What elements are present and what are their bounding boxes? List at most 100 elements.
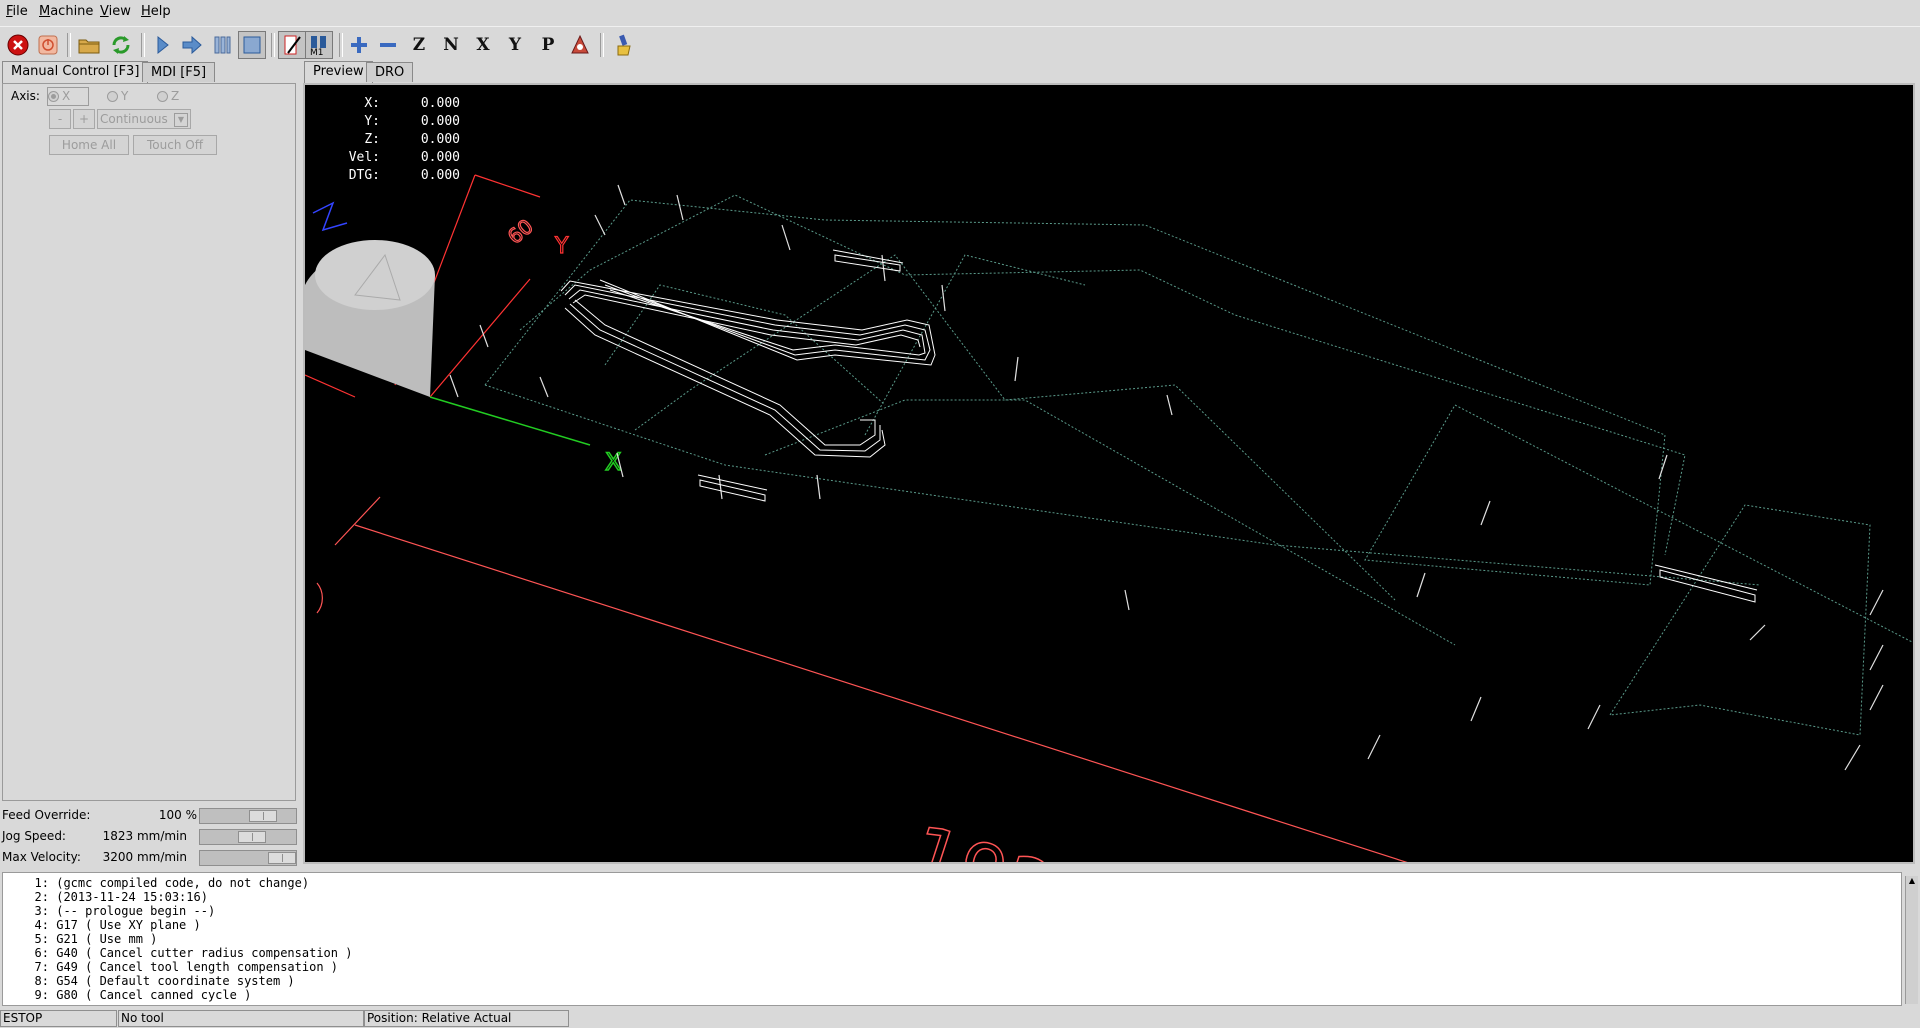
status-estop: ESTOP	[0, 1010, 117, 1027]
plunge-marks	[449, 184, 1884, 771]
gcode-line[interactable]: 3: (-- prologue begin --)	[3, 904, 1901, 918]
chevron-down-icon: ▼	[174, 113, 188, 127]
tool-cone-icon	[305, 240, 435, 397]
step-button[interactable]	[178, 31, 206, 59]
status-bar: ESTOP No tool Position: Relative Actual	[0, 1008, 1920, 1028]
machine-power-button[interactable]	[34, 31, 62, 59]
jog-plus-button[interactable]: +	[73, 109, 95, 129]
view-y-button[interactable]: Y	[501, 31, 529, 59]
svg-text:M1: M1	[310, 48, 324, 57]
separator	[339, 33, 343, 57]
dimension-line	[354, 524, 1408, 862]
gcode-line[interactable]: 6: G40 ( Cancel cutter radius compensati…	[3, 946, 1901, 960]
y-dimension-label: 60	[503, 214, 538, 249]
max-velocity-value: 3200 mm/min	[102, 850, 187, 864]
gcode-line[interactable]: 4: G17 ( Use XY plane )	[3, 918, 1901, 932]
jog-speed-row: Jog Speed: 1823 mm/min	[2, 827, 297, 847]
block-delete-toggle[interactable]	[278, 31, 306, 59]
jog-speed-label: Jog Speed:	[2, 829, 66, 843]
tab-dro[interactable]: DRO	[366, 62, 414, 82]
slider-thumb[interactable]	[268, 852, 296, 864]
tab-manual-control[interactable]: Manual Control [F3]	[2, 61, 149, 83]
clear-backplot-button[interactable]	[610, 31, 638, 59]
gcode-line[interactable]: 5: G21 ( Use mm )	[3, 932, 1901, 946]
axis-label: Axis:	[11, 89, 40, 103]
touch-off-button[interactable]: Touch Off	[133, 135, 217, 155]
separator	[600, 33, 604, 57]
max-velocity-row: Max Velocity: 3200 mm/min	[2, 848, 297, 868]
jog-mode-select[interactable]: Continuous ▼	[97, 109, 191, 129]
menu-machine[interactable]: Machine	[39, 4, 93, 19]
menu-help[interactable]: Help	[141, 4, 171, 19]
slider-thumb[interactable]	[248, 810, 277, 822]
separator	[67, 33, 71, 57]
toolbar: M1 Z N X Y P	[0, 26, 1920, 63]
home-all-button[interactable]: Home All	[49, 135, 129, 155]
estop-button[interactable]	[4, 31, 32, 59]
separator	[141, 33, 145, 57]
max-velocity-slider[interactable]	[199, 850, 297, 866]
left-tab-bar: Manual Control [F3] MDI [F5]	[0, 61, 300, 84]
dro-row-z: Z: 0.000	[364, 132, 460, 147]
pause-icon	[214, 36, 231, 54]
optional-stop-toggle[interactable]: M1	[305, 31, 333, 59]
view-x-button[interactable]: X	[469, 31, 497, 59]
scroll-up-icon[interactable]: ▲	[1907, 876, 1917, 886]
slider-thumb[interactable]	[238, 831, 267, 843]
feed-override-value: 100 %	[158, 808, 197, 822]
gcode-line[interactable]: 8: G54 ( Default coordinate system )	[3, 974, 1901, 988]
dimension-tick	[334, 496, 381, 546]
gcode-scrollbar[interactable]: ▲	[1905, 876, 1918, 1004]
stop-button[interactable]	[238, 31, 266, 59]
zoom-out-icon	[380, 43, 396, 47]
menu-bar: File Machine View Help	[0, 0, 1920, 24]
gcode-line[interactable]: 7: G49 ( Cancel tool length compensation…	[3, 960, 1901, 974]
optional-stop-icon: M1	[310, 36, 326, 57]
axis-radio-x[interactable]: X	[47, 87, 89, 106]
dro-row-y: Y: 0.000	[364, 114, 460, 129]
reload-button[interactable]	[107, 31, 135, 59]
dimension-value: 192.4	[899, 807, 1133, 862]
view-rotated-z-button[interactable]: N	[437, 31, 465, 59]
stop-icon	[243, 36, 261, 54]
z-axis-marker	[312, 201, 348, 232]
gcode-line[interactable]: 2: (2013-11-24 15:03:16)	[3, 890, 1901, 904]
view-perspective-button[interactable]: P	[534, 31, 562, 59]
jog-mode-value: Continuous	[100, 112, 168, 126]
x-axis-line	[429, 396, 591, 446]
axis-radio-z[interactable]: Z	[157, 89, 179, 103]
gcode-preview-canvas[interactable]: 192.4 60 Y X	[303, 83, 1915, 864]
menu-view[interactable]: View	[100, 4, 131, 19]
run-button[interactable]	[148, 31, 176, 59]
zoom-out-button[interactable]	[374, 31, 402, 59]
rapid-paths	[484, 194, 1913, 736]
max-velocity-label: Max Velocity:	[2, 850, 81, 864]
gcode-line[interactable]: 9: G80 ( Cancel canned cycle )	[3, 988, 1901, 1002]
feed-paths	[560, 249, 1758, 603]
feed-override-row: Feed Override: 100 %	[2, 806, 297, 826]
pause-button[interactable]	[208, 31, 236, 59]
brush-icon	[617, 34, 631, 56]
dro-row-dtg: DTG: 0.000	[348, 168, 460, 183]
rotate-tool-icon	[571, 34, 589, 54]
axis-radio-y[interactable]: Y	[107, 89, 128, 103]
tab-preview[interactable]: Preview	[304, 61, 373, 83]
jog-minus-button[interactable]: -	[49, 109, 71, 129]
status-position: Position: Relative Actual	[364, 1010, 569, 1027]
tab-mdi[interactable]: MDI [F5]	[142, 62, 216, 82]
dimension-annotation: 192.4	[316, 496, 1408, 862]
jog-speed-value: 1823 mm/min	[102, 829, 187, 843]
dro-overlay: X: 0.000 Y: 0.000 Z: 0.000 Vel: 0.000 DTG: 0.…	[335, 95, 460, 185]
zoom-in-button[interactable]	[345, 31, 373, 59]
gcode-line[interactable]: 1: (gcmc compiled code, do not change)	[3, 876, 1901, 890]
menu-file[interactable]: File	[6, 4, 28, 19]
dimension-arc	[316, 582, 323, 614]
toggle-rotate-button[interactable]	[566, 31, 594, 59]
gcode-listing[interactable]: 1: (gcmc compiled code, do not change) 2…	[2, 872, 1902, 1006]
feed-override-slider[interactable]	[199, 808, 297, 824]
zoom-in-icon	[351, 37, 367, 53]
view-z-button[interactable]: Z	[405, 31, 433, 59]
radio-selected-icon	[48, 91, 59, 102]
jog-speed-slider[interactable]	[199, 829, 297, 845]
open-file-button[interactable]	[75, 31, 103, 59]
